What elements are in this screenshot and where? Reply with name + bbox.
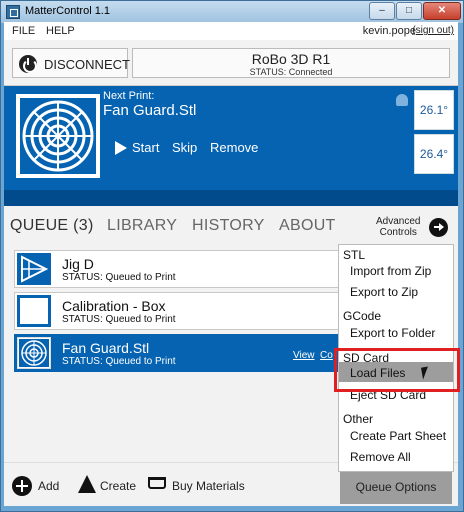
tab-history[interactable]: HISTORY <box>192 217 265 235</box>
skip-button[interactable]: Skip <box>172 140 197 155</box>
queue-row-selected[interactable]: Fan Guard.Stl STATUS: Queued to Print Vi… <box>14 334 344 372</box>
printer-selector[interactable]: RoBo 3D R1 STATUS: Connected <box>132 48 450 78</box>
disconnect-label: DISCONNECT <box>44 57 130 72</box>
create-button[interactable]: Create <box>100 479 136 493</box>
menu-export-to-zip[interactable]: Export to Zip <box>350 285 418 299</box>
main-tabs: QUEUE (3) LIBRARY HISTORY ABOUT Advanced… <box>4 206 458 244</box>
advanced-label-line2: Controls <box>379 227 417 238</box>
cart-icon[interactable] <box>148 477 166 489</box>
view-link[interactable]: View <box>293 350 315 361</box>
close-button[interactable]: ✕ <box>423 2 461 20</box>
tab-library[interactable]: LIBRARY <box>107 217 177 235</box>
fan-guard-thumbnail <box>17 337 51 369</box>
play-icon <box>115 141 127 155</box>
queue-item-status: STATUS: Queued to Print <box>62 314 176 325</box>
minimize-button[interactable]: – <box>369 2 395 20</box>
add-icon[interactable] <box>12 476 32 496</box>
queue-item-name: Calibration - Box <box>62 298 166 314</box>
queue-item-name: Fan Guard.Stl <box>62 340 150 356</box>
extruder-temp[interactable]: 26.1° <box>414 90 454 130</box>
box-thumbnail <box>17 295 51 327</box>
sign-out-link[interactable]: (sign out) <box>412 25 454 36</box>
menu-header-stl: STL <box>343 248 366 262</box>
part-thumbnail <box>16 94 100 178</box>
start-button[interactable]: Start <box>132 140 159 155</box>
progress-strip <box>4 190 458 206</box>
queue-row[interactable]: Jig D STATUS: Queued to Print <box>14 250 344 288</box>
fan-guard-icon <box>20 98 96 174</box>
flask-icon[interactable] <box>78 475 96 493</box>
menu-header-other: Other <box>343 412 374 426</box>
queue-item-status: STATUS: Queued to Print <box>62 356 176 367</box>
queue-row[interactable]: Calibration - Box STATUS: Queued to Prin… <box>14 292 344 330</box>
tab-queue[interactable]: QUEUE (3) <box>10 217 94 235</box>
menu-bar: FILE HELP kevin.pope (sign out) <box>4 22 458 40</box>
disconnect-button[interactable]: DISCONNECT <box>12 48 130 78</box>
advanced-label-line1: Advanced <box>376 216 421 227</box>
menu-export-to-folder[interactable]: Export to Folder <box>350 326 435 340</box>
queue-options-button[interactable]: Queue Options <box>340 472 452 504</box>
menu-file[interactable]: FILE <box>12 25 35 37</box>
menu-header-gcode: GCode <box>343 309 382 323</box>
arrow-right-icon[interactable] <box>429 218 448 237</box>
next-print-label: Next Print: <box>103 90 155 102</box>
printer-toolbar: DISCONNECT RoBo 3D R1 STATUS: Connected <box>4 40 458 86</box>
jig-thumbnail <box>17 253 51 285</box>
remove-button[interactable]: Remove <box>210 140 258 155</box>
tab-about[interactable]: ABOUT <box>279 217 336 235</box>
app-logo-icon <box>6 5 20 19</box>
printer-status: STATUS: Connected <box>249 67 333 77</box>
printer-name: RoBo 3D R1 <box>251 51 331 67</box>
queue-item-name: Jig D <box>62 256 94 272</box>
power-icon <box>19 55 37 73</box>
bell-icon[interactable] <box>396 94 408 106</box>
buy-materials-button[interactable]: Buy Materials <box>172 479 245 493</box>
print-panel: Next Print: Fan Guard.Stl Start Skip Rem… <box>4 86 458 190</box>
menu-create-part-sheet[interactable]: Create Part Sheet <box>350 429 446 443</box>
title-bar[interactable]: MatterControl 1.1 – □ ✕ <box>1 1 463 23</box>
fan-guard-small-icon <box>19 339 49 367</box>
menu-help[interactable]: HELP <box>46 25 75 37</box>
menu-import-from-zip[interactable]: Import from Zip <box>350 264 431 278</box>
window-title: MatterControl 1.1 <box>25 5 110 17</box>
queue-item-status: STATUS: Queued to Print <box>62 272 176 283</box>
bed-temp[interactable]: 26.4° <box>414 134 454 174</box>
annotation-highlight-box <box>334 348 460 392</box>
menu-remove-all[interactable]: Remove All <box>350 450 411 464</box>
advanced-controls-button[interactable]: Advanced Controls <box>376 216 420 238</box>
jig-shape-icon <box>21 255 49 283</box>
user-name: kevin.pope <box>362 25 416 37</box>
box-shape-icon <box>20 298 48 324</box>
copy-link[interactable]: Co <box>320 350 333 361</box>
maximize-button[interactable]: □ <box>396 2 422 20</box>
next-print-file: Fan Guard.Stl <box>103 102 197 119</box>
add-button[interactable]: Add <box>38 479 59 493</box>
